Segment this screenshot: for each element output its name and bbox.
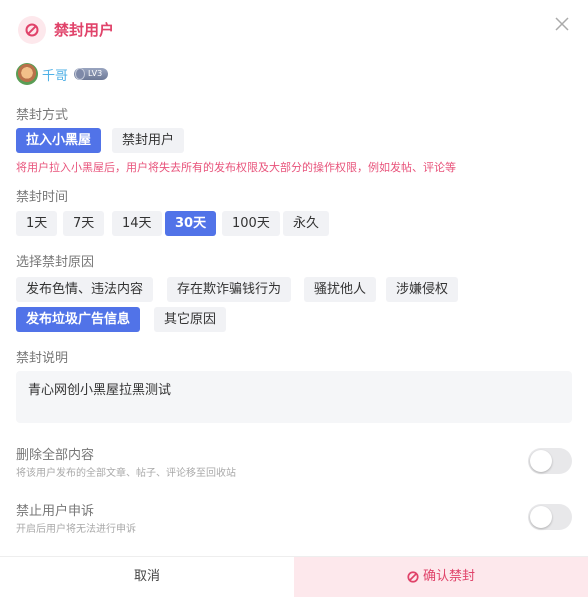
delete-all-desc: 将该用户发布的全部文章、帖子、评论移至回收站 — [16, 468, 236, 479]
delete-all-title: 删除全部内容 — [16, 448, 95, 463]
forbid-appeal-title: 禁止用户申诉 — [16, 504, 95, 519]
target-user: 千哥 LV3 — [16, 62, 109, 86]
ban-method-label: 禁封方式 — [16, 108, 69, 123]
ban-note-label: 禁封说明 — [16, 351, 69, 366]
delete-all-toggle[interactable] — [528, 448, 572, 474]
reason-option-porn[interactable]: 发布色情、违法内容 — [16, 277, 154, 302]
cancel-button[interactable]: 取消 — [0, 557, 294, 597]
dialog-header: 禁封用户 — [0, 0, 588, 58]
level-badge: LV3 — [74, 68, 109, 80]
ban-user-dialog: 禁封用户 千哥 LV3 禁封方式 拉入小黑屋 禁封用户 将用户拉入小黑屋后，用户… — [0, 0, 588, 597]
forbid-appeal-toggle[interactable] — [528, 504, 572, 530]
forbid-appeal-desc: 开启后用户将无法进行申诉 — [16, 524, 136, 535]
duration-option-forever[interactable]: 永久 — [283, 211, 330, 236]
reason-option-harass[interactable]: 骚扰他人 — [304, 277, 377, 302]
ban-reason-label: 选择禁封原因 — [16, 255, 95, 270]
ban-method-option-blackroom[interactable]: 拉入小黑屋 — [16, 128, 102, 153]
ban-icon — [407, 571, 419, 583]
reason-option-infringe[interactable]: 涉嫌侵权 — [386, 277, 459, 302]
confirm-ban-label: 确认禁封 — [422, 569, 475, 584]
user-name[interactable]: 千哥 — [42, 65, 68, 84]
avatar — [16, 63, 38, 85]
dialog-footer: 取消 确认禁封 — [0, 556, 588, 597]
duration-option-30d[interactable]: 30天 — [165, 211, 217, 236]
duration-option-1d[interactable]: 1天 — [16, 211, 58, 236]
close-icon[interactable] — [554, 16, 570, 32]
confirm-ban-button[interactable]: 确认禁封 — [294, 557, 588, 597]
ban-note-input[interactable]: 青心网创小黑屋拉黑测试 — [16, 371, 572, 423]
duration-option-100d[interactable]: 100天 — [222, 211, 280, 236]
ban-method-option-ban-user[interactable]: 禁封用户 — [112, 128, 185, 153]
toggle-knob — [530, 450, 552, 472]
ban-method-hint: 将用户拉入小黑屋后，用户将失去所有的发布权限及大部分的操作权限，例如发帖、评论等 — [16, 161, 456, 174]
toggle-knob — [530, 506, 552, 528]
ban-icon — [18, 16, 46, 44]
reason-option-spam[interactable]: 发布垃圾广告信息 — [16, 307, 141, 332]
dialog-title: 禁封用户 — [54, 21, 115, 39]
duration-option-14d[interactable]: 14天 — [112, 211, 162, 236]
ban-duration-label: 禁封时间 — [16, 190, 69, 205]
reason-option-fraud[interactable]: 存在欺诈骗钱行为 — [167, 277, 292, 302]
duration-option-7d[interactable]: 7天 — [63, 211, 105, 236]
reason-option-other[interactable]: 其它原因 — [154, 307, 227, 332]
